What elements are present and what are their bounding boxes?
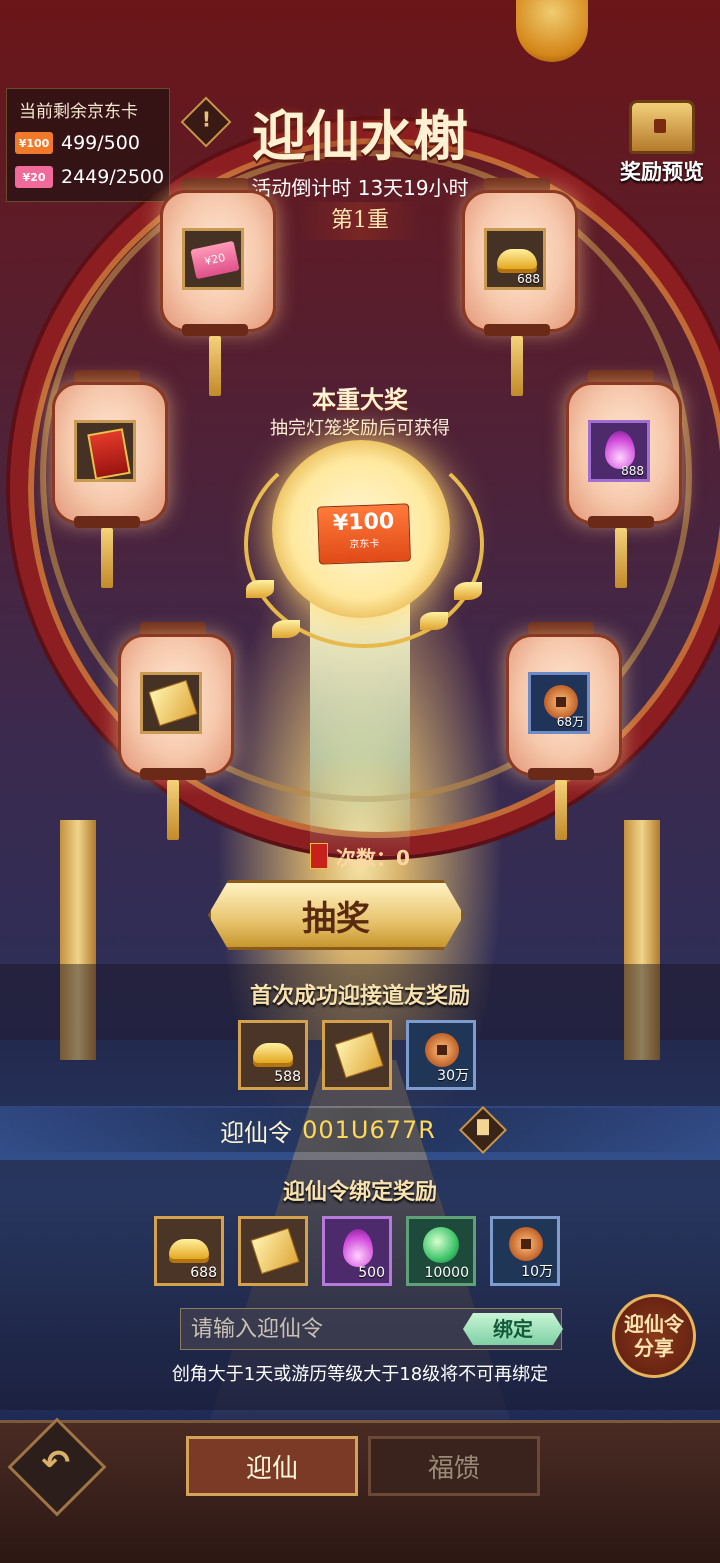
lantern-reward-slot (140, 672, 202, 734)
red-packet-icon (310, 843, 328, 869)
gold-ingot-icon (253, 1043, 293, 1063)
reward-preview-label: 奖励预览 (620, 160, 704, 184)
lantern-1[interactable]: ¥20 (160, 178, 276, 396)
draw-button[interactable]: 抽奖 (208, 880, 464, 950)
purple-flame-icon (343, 1229, 373, 1267)
jd-card-20-icon: ¥20 (15, 166, 53, 188)
reward-item[interactable]: 10000 (406, 1216, 476, 1286)
jd-card-20-icon: ¥20 (190, 240, 240, 280)
invite-code-input-box: 绑定 (180, 1308, 563, 1350)
gold-leaf-icon (272, 620, 300, 638)
reward-quantity: 500 (358, 1265, 385, 1281)
invite-code-value: 001U677R (302, 1116, 436, 1144)
reward-item[interactable]: 10万 (490, 1216, 560, 1286)
lantern-reward-slot: 68万 (528, 672, 590, 734)
reward-quantity: 68万 (556, 715, 584, 729)
invite-code-input[interactable] (181, 1315, 463, 1343)
invite-code-row: 迎仙令 001U677R (0, 1105, 720, 1155)
bind-button[interactable]: 绑定 (463, 1313, 563, 1345)
gold-ingot-icon (497, 249, 537, 269)
grand-prize-card-caption: 京东卡 (349, 538, 380, 551)
copy-code-button[interactable] (458, 1105, 507, 1155)
reward-quantity: 688 (190, 1265, 217, 1281)
reward-item[interactable] (322, 1020, 392, 1090)
lantern-reward-slot: ¥20 (182, 228, 244, 290)
tab-yingxian[interactable]: 迎仙 (186, 1436, 358, 1496)
grand-prize-subtitle: 抽完灯笼奖励后可获得 (270, 418, 450, 439)
lantern-5[interactable] (118, 622, 234, 840)
reward-quantity: 888 (621, 464, 644, 478)
info-button[interactable]: ! (180, 96, 232, 148)
reward-item[interactable]: 588 (238, 1020, 308, 1090)
lantern-reward-slot: 888 (588, 420, 650, 482)
tier-label: 第1重 (298, 202, 422, 240)
bottom-bar (0, 1420, 720, 1563)
reward-quantity: 30万 (437, 1068, 469, 1084)
lantern-4[interactable]: 888 (566, 370, 682, 588)
first-reward-title: 首次成功迎接道友奖励 (249, 983, 470, 1009)
back-arrow-icon: ↶ (41, 1442, 71, 1483)
grand-prize-card-value: ¥100 (332, 508, 395, 537)
reward-item[interactable]: 30万 (406, 1020, 476, 1090)
treasure-chest-icon (629, 100, 695, 154)
moon-decoration (516, 0, 588, 62)
remaining-cards-panel: 当前剩余京东卡 ¥100 499/500 ¥20 2449/2500 (6, 88, 170, 202)
copper-coin-icon (425, 1033, 459, 1067)
gold-ingot-icon (169, 1239, 209, 1259)
draw-count: 次数：0 (310, 842, 410, 870)
reward-item[interactable] (238, 1216, 308, 1286)
first-reward-items: 588 30万 (238, 1020, 476, 1090)
page-title: 迎仙水榭 (252, 104, 468, 168)
jd-card-100-icon: ¥100 京东卡 (317, 503, 411, 565)
card-100-count: 499/500 (61, 132, 140, 154)
gold-leaf-icon (454, 582, 482, 600)
ticket-icon (250, 1227, 300, 1275)
tab-fukui[interactable]: 福馈 (368, 1436, 540, 1496)
gold-leaf-icon (246, 580, 274, 598)
lantern-2[interactable]: 688 (462, 178, 578, 396)
lantern-reward-slot (74, 420, 136, 482)
reward-item[interactable]: 500 (322, 1216, 392, 1286)
lantern-6[interactable]: 68万 (506, 622, 622, 840)
reward-quantity: 10万 (521, 1264, 553, 1280)
grand-prize-title: 本重大奖 (312, 385, 408, 414)
copy-icon (476, 1119, 489, 1136)
lantern-3[interactable] (52, 370, 168, 588)
card-100-row: ¥100 499/500 (15, 129, 140, 157)
ticket-icon (148, 679, 198, 727)
reward-quantity: 10000 (424, 1265, 469, 1281)
card-20-count: 2449/2500 (61, 166, 165, 188)
ticket-icon (334, 1031, 384, 1079)
red-packet-icon (87, 428, 131, 480)
jd-card-100-icon: ¥100 (15, 132, 53, 154)
lantern-reward-slot: 688 (484, 228, 546, 290)
reward-quantity: 688 (517, 272, 540, 286)
info-icon: ! (201, 107, 211, 132)
remaining-cards-title: 当前剩余京东卡 (19, 102, 138, 122)
bind-reward-items: 688 500 10000 10万 (154, 1216, 560, 1286)
draw-count-label: 次数：0 (336, 845, 410, 870)
green-orb-icon (423, 1227, 459, 1263)
copper-coin-icon (509, 1227, 543, 1261)
invite-code-label: 迎仙令 (220, 1118, 293, 1147)
reward-preview-button[interactable]: 奖励预览 (606, 100, 718, 186)
reward-quantity: 588 (274, 1069, 301, 1085)
card-20-row: ¥20 2449/2500 (15, 163, 164, 191)
gold-leaf-icon (420, 612, 448, 630)
bind-reward-title: 迎仙令绑定奖励 (282, 1179, 437, 1205)
bind-hint: 创角大于1天或游历等级大于18级将不可再绑定 (171, 1364, 549, 1385)
reward-item[interactable]: 688 (154, 1216, 224, 1286)
